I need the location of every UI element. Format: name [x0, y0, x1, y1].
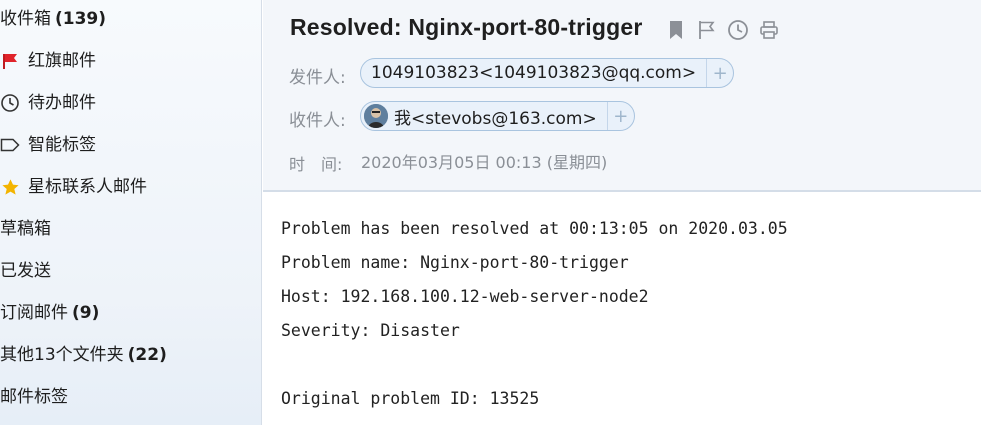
sidebar-item-smart-tags[interactable]: 智能标签: [0, 133, 96, 157]
flag-icon[interactable]: [696, 19, 718, 41]
body-line: Problem name: Nginx-port-80-trigger: [281, 253, 629, 272]
to-label: 收件人:: [289, 111, 346, 131]
recipient-address: 我<stevobs@163.com>: [394, 108, 597, 129]
sidebar-item-mail-tags[interactable]: 邮件标签: [0, 385, 68, 409]
sidebar-item-label: 草稿箱: [0, 219, 51, 239]
unread-count: (22): [127, 345, 167, 365]
unread-count: (9): [72, 303, 100, 323]
unread-count: (139): [55, 9, 107, 29]
mail-header: Resolved: Nginx-port-80-trigger 发件人: 104…: [263, 0, 981, 192]
print-icon[interactable]: [758, 19, 780, 41]
sidebar-item-starred-contacts[interactable]: 星标联系人邮件: [0, 175, 147, 199]
body-line: Problem has been resolved at 00:13:05 on…: [281, 219, 788, 238]
mail-subject: Resolved: Nginx-port-80-trigger: [290, 14, 643, 40]
sender-chip[interactable]: 1049103823<1049103823@qq.com> +: [360, 58, 735, 88]
mail-body: Problem has been resolved at 00:13:05 on…: [281, 217, 971, 421]
sidebar-item-label: 智能标签: [28, 135, 96, 155]
add-contact-button[interactable]: +: [706, 59, 733, 87]
avatar: [364, 104, 388, 128]
body-line: Severity: Disaster: [281, 321, 460, 340]
body-line: [281, 353, 971, 387]
add-contact-button[interactable]: +: [606, 102, 634, 130]
sidebar-item-inbox[interactable]: 收件箱 (139): [0, 7, 106, 31]
sidebar-item-label: 待办邮件: [28, 93, 96, 113]
sidebar-item-label: 收件箱: [0, 9, 51, 29]
sender-address: 1049103823<1049103823@qq.com>: [371, 63, 697, 83]
clock-icon[interactable]: [727, 19, 749, 41]
sidebar-item-label: 其他13个文件夹: [0, 345, 124, 365]
recipient-chip[interactable]: 我<stevobs@163.com> +: [360, 101, 635, 131]
sidebar-item-sent[interactable]: 已发送: [0, 259, 51, 283]
sent-time: 2020年03月05日 00:13 (星期四): [361, 153, 608, 172]
tag-icon: [0, 135, 20, 155]
clock-icon: [0, 93, 20, 113]
body-line: Original problem ID: 13525: [281, 389, 540, 408]
sidebar-item-drafts[interactable]: 草稿箱: [0, 217, 51, 241]
mail-actions: [665, 19, 780, 41]
body-line: Host: 192.168.100.12-web-server-node2: [281, 287, 649, 306]
star-icon: [0, 177, 20, 197]
time-label: 时 间:: [289, 155, 343, 174]
red-flag-icon: [0, 51, 20, 71]
sidebar-item-label: 邮件标签: [0, 387, 68, 407]
sidebar-item-label: 红旗邮件: [28, 51, 96, 71]
sidebar-item-label: 已发送: [0, 261, 51, 281]
sidebar-item-other-folders[interactable]: 其他13个文件夹 (22): [0, 343, 167, 367]
sidebar-item-subscriptions[interactable]: 订阅邮件 (9): [0, 301, 99, 325]
bookmark-icon[interactable]: [665, 19, 687, 41]
sidebar-item-flagged[interactable]: 红旗邮件: [0, 49, 96, 73]
from-label: 发件人:: [289, 68, 346, 88]
sidebar-item-todo[interactable]: 待办邮件: [0, 91, 96, 115]
folder-sidebar: 收件箱 (139) 红旗邮件 待办邮件 智能标签 星标联系人邮件 草稿箱 已发送…: [0, 0, 262, 425]
sidebar-item-label: 星标联系人邮件: [28, 177, 147, 197]
sidebar-item-label: 订阅邮件: [0, 303, 68, 323]
